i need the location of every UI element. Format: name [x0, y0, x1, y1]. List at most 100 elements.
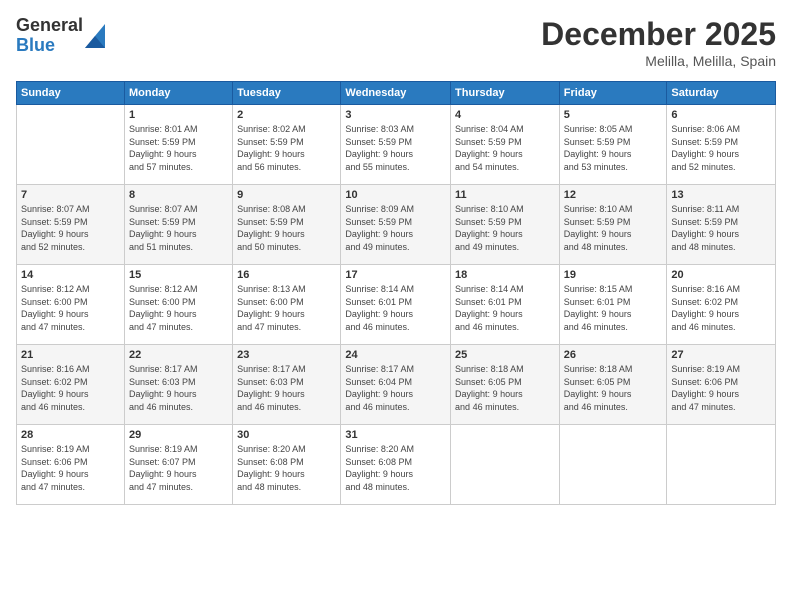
day-number: 9 — [237, 189, 336, 201]
logo-general: General — [16, 16, 83, 36]
calendar-cell: 9 Sunrise: 8:08 AMSunset: 5:59 PMDaylight… — [233, 185, 341, 265]
calendar-cell: 19 Sunrise: 8:15 AMSunset: 6:01 PMDayligh… — [559, 265, 667, 345]
calendar-cell: 5 Sunrise: 8:05 AMSunset: 5:59 PMDaylight… — [559, 105, 667, 185]
day-number: 31 — [345, 429, 446, 441]
day-info: Sunrise: 8:08 AMSunset: 5:59 PMDaylight:… — [237, 203, 336, 253]
day-info: Sunrise: 8:16 AMSunset: 6:02 PMDaylight:… — [671, 283, 771, 333]
calendar-cell: 20Sunrise: 8:16 AMSunset: 6:02 PMDayligh… — [667, 265, 776, 345]
day-info: Sunrise: 8:04 AMSunset: 5:59 PMDaylight:… — [455, 123, 555, 173]
logo-icon — [85, 24, 105, 48]
day-info: Sunrise: 8:10 AMSunset: 5:59 PMDaylight:… — [564, 203, 663, 253]
col-thursday: Thursday — [451, 82, 560, 105]
calendar-cell — [559, 425, 667, 505]
day-info: Sunrise: 8:09 AMSunset: 5:59 PMDaylight:… — [345, 203, 446, 253]
day-info: Sunrise: 8:15 AMSunset: 6:01 PMDaylight:… — [564, 283, 663, 333]
day-info: Sunrise: 8:11 AMSunset: 5:59 PMDaylight:… — [671, 203, 771, 253]
calendar-cell: 10 Sunrise: 8:09 AMSunset: 5:59 PMDayligh… — [341, 185, 451, 265]
day-info: Sunrise: 8:17 AMSunset: 6:04 PMDaylight:… — [345, 363, 446, 413]
col-tuesday: Tuesday — [233, 82, 341, 105]
day-number: 26 — [564, 349, 663, 361]
header: General Blue December 2025 Melilla, Meli… — [16, 16, 776, 69]
calendar-cell: 16Sunrise: 8:13 AMSunset: 6:00 PMDayligh… — [233, 265, 341, 345]
calendar-cell: 23 Sunrise: 8:17 AMSunset: 6:03 PMDayligh… — [233, 345, 341, 425]
calendar-cell: 28 Sunrise: 8:19 AMSunset: 6:06 PMDayligh… — [17, 425, 125, 505]
day-number: 11 — [455, 189, 555, 201]
day-info: Sunrise: 8:20 AMSunset: 6:08 PMDaylight:… — [237, 443, 336, 493]
calendar-cell: 18Sunrise: 8:14 AMSunset: 6:01 PMDayligh… — [451, 265, 560, 345]
day-number: 23 — [237, 349, 336, 361]
day-number: 19 — [564, 269, 663, 281]
day-number: 29 — [129, 429, 228, 441]
day-number: 3 — [345, 109, 446, 121]
day-info: Sunrise: 8:16 AMSunset: 6:02 PMDaylight:… — [21, 363, 120, 413]
calendar-cell: 21 Sunrise: 8:16 AMSunset: 6:02 PMDayligh… — [17, 345, 125, 425]
location: Melilla, Melilla, Spain — [541, 53, 776, 69]
day-number: 12 — [564, 189, 663, 201]
day-number: 27 — [671, 349, 771, 361]
day-number: 2 — [237, 109, 336, 121]
col-monday: Monday — [124, 82, 232, 105]
day-number: 6 — [671, 109, 771, 121]
calendar-week-3: 21 Sunrise: 8:16 AMSunset: 6:02 PMDayligh… — [17, 345, 776, 425]
calendar-week-2: 14 Sunrise: 8:12 AMSunset: 6:00 PMDayligh… — [17, 265, 776, 345]
day-info: Sunrise: 8:01 AMSunset: 5:59 PMDaylight:… — [129, 123, 228, 173]
calendar-cell: 12 Sunrise: 8:10 AMSunset: 5:59 PMDayligh… — [559, 185, 667, 265]
calendar-cell: 1 Sunrise: 8:01 AMSunset: 5:59 PMDaylight… — [124, 105, 232, 185]
logo: General Blue — [16, 16, 105, 56]
calendar-cell: 22Sunrise: 8:17 AMSunset: 6:03 PMDayligh… — [124, 345, 232, 425]
day-info: Sunrise: 8:13 AMSunset: 6:00 PMDaylight:… — [237, 283, 336, 333]
day-number: 1 — [129, 109, 228, 121]
calendar-cell: 24 Sunrise: 8:17 AMSunset: 6:04 PMDayligh… — [341, 345, 451, 425]
day-info: Sunrise: 8:18 AMSunset: 6:05 PMDaylight:… — [564, 363, 663, 413]
day-info: Sunrise: 8:19 AMSunset: 6:06 PMDaylight:… — [21, 443, 120, 493]
calendar-cell: 31 Sunrise: 8:20 AMSunset: 6:08 PMDayligh… — [341, 425, 451, 505]
page: General Blue December 2025 Melilla, Meli… — [0, 0, 792, 612]
calendar-table: Sunday Monday Tuesday Wednesday Thursday… — [16, 81, 776, 505]
calendar-week-1: 7 Sunrise: 8:07 AMSunset: 5:59 PMDaylight… — [17, 185, 776, 265]
calendar-cell: 15Sunrise: 8:12 AMSunset: 6:00 PMDayligh… — [124, 265, 232, 345]
day-number: 13 — [671, 189, 771, 201]
day-info: Sunrise: 8:05 AMSunset: 5:59 PMDaylight:… — [564, 123, 663, 173]
calendar-cell: 2 Sunrise: 8:02 AMSunset: 5:59 PMDaylight… — [233, 105, 341, 185]
day-info: Sunrise: 8:14 AMSunset: 6:01 PMDaylight:… — [455, 283, 555, 333]
calendar-cell: 27 Sunrise: 8:19 AMSunset: 6:06 PMDayligh… — [667, 345, 776, 425]
col-friday: Friday — [559, 82, 667, 105]
day-info: Sunrise: 8:06 AMSunset: 5:59 PMDaylight:… — [671, 123, 771, 173]
day-info: Sunrise: 8:20 AMSunset: 6:08 PMDaylight:… — [345, 443, 446, 493]
day-number: 22 — [129, 349, 228, 361]
day-info: Sunrise: 8:12 AMSunset: 6:00 PMDaylight:… — [129, 283, 228, 333]
day-info: Sunrise: 8:07 AMSunset: 5:59 PMDaylight:… — [129, 203, 228, 253]
day-info: Sunrise: 8:10 AMSunset: 5:59 PMDaylight:… — [455, 203, 555, 253]
day-info: Sunrise: 8:14 AMSunset: 6:01 PMDaylight:… — [345, 283, 446, 333]
day-number: 21 — [21, 349, 120, 361]
day-number: 28 — [21, 429, 120, 441]
day-number: 10 — [345, 189, 446, 201]
calendar-week-0: 1 Sunrise: 8:01 AMSunset: 5:59 PMDaylight… — [17, 105, 776, 185]
day-info: Sunrise: 8:02 AMSunset: 5:59 PMDaylight:… — [237, 123, 336, 173]
day-number: 8 — [129, 189, 228, 201]
calendar-cell: 8 Sunrise: 8:07 AMSunset: 5:59 PMDaylight… — [124, 185, 232, 265]
logo-blue: Blue — [16, 36, 83, 56]
calendar-cell — [451, 425, 560, 505]
calendar-cell: 11 Sunrise: 8:10 AMSunset: 5:59 PMDayligh… — [451, 185, 560, 265]
calendar-cell: 6 Sunrise: 8:06 AMSunset: 5:59 PMDaylight… — [667, 105, 776, 185]
day-number: 14 — [21, 269, 120, 281]
calendar-cell: 13 Sunrise: 8:11 AMSunset: 5:59 PMDayligh… — [667, 185, 776, 265]
calendar-cell: 4 Sunrise: 8:04 AMSunset: 5:59 PMDaylight… — [451, 105, 560, 185]
day-number: 24 — [345, 349, 446, 361]
day-info: Sunrise: 8:17 AMSunset: 6:03 PMDaylight:… — [237, 363, 336, 413]
day-number: 7 — [21, 189, 120, 201]
calendar-cell — [667, 425, 776, 505]
day-info: Sunrise: 8:18 AMSunset: 6:05 PMDaylight:… — [455, 363, 555, 413]
calendar-cell: 26 Sunrise: 8:18 AMSunset: 6:05 PMDayligh… — [559, 345, 667, 425]
day-number: 4 — [455, 109, 555, 121]
day-info: Sunrise: 8:19 AMSunset: 6:06 PMDaylight:… — [671, 363, 771, 413]
calendar-header-row: Sunday Monday Tuesday Wednesday Thursday… — [17, 82, 776, 105]
month-title: December 2025 — [541, 16, 776, 53]
calendar-week-4: 28 Sunrise: 8:19 AMSunset: 6:06 PMDayligh… — [17, 425, 776, 505]
day-info: Sunrise: 8:19 AMSunset: 6:07 PMDaylight:… — [129, 443, 228, 493]
col-sunday: Sunday — [17, 82, 125, 105]
day-number: 25 — [455, 349, 555, 361]
calendar-cell — [17, 105, 125, 185]
day-number: 5 — [564, 109, 663, 121]
